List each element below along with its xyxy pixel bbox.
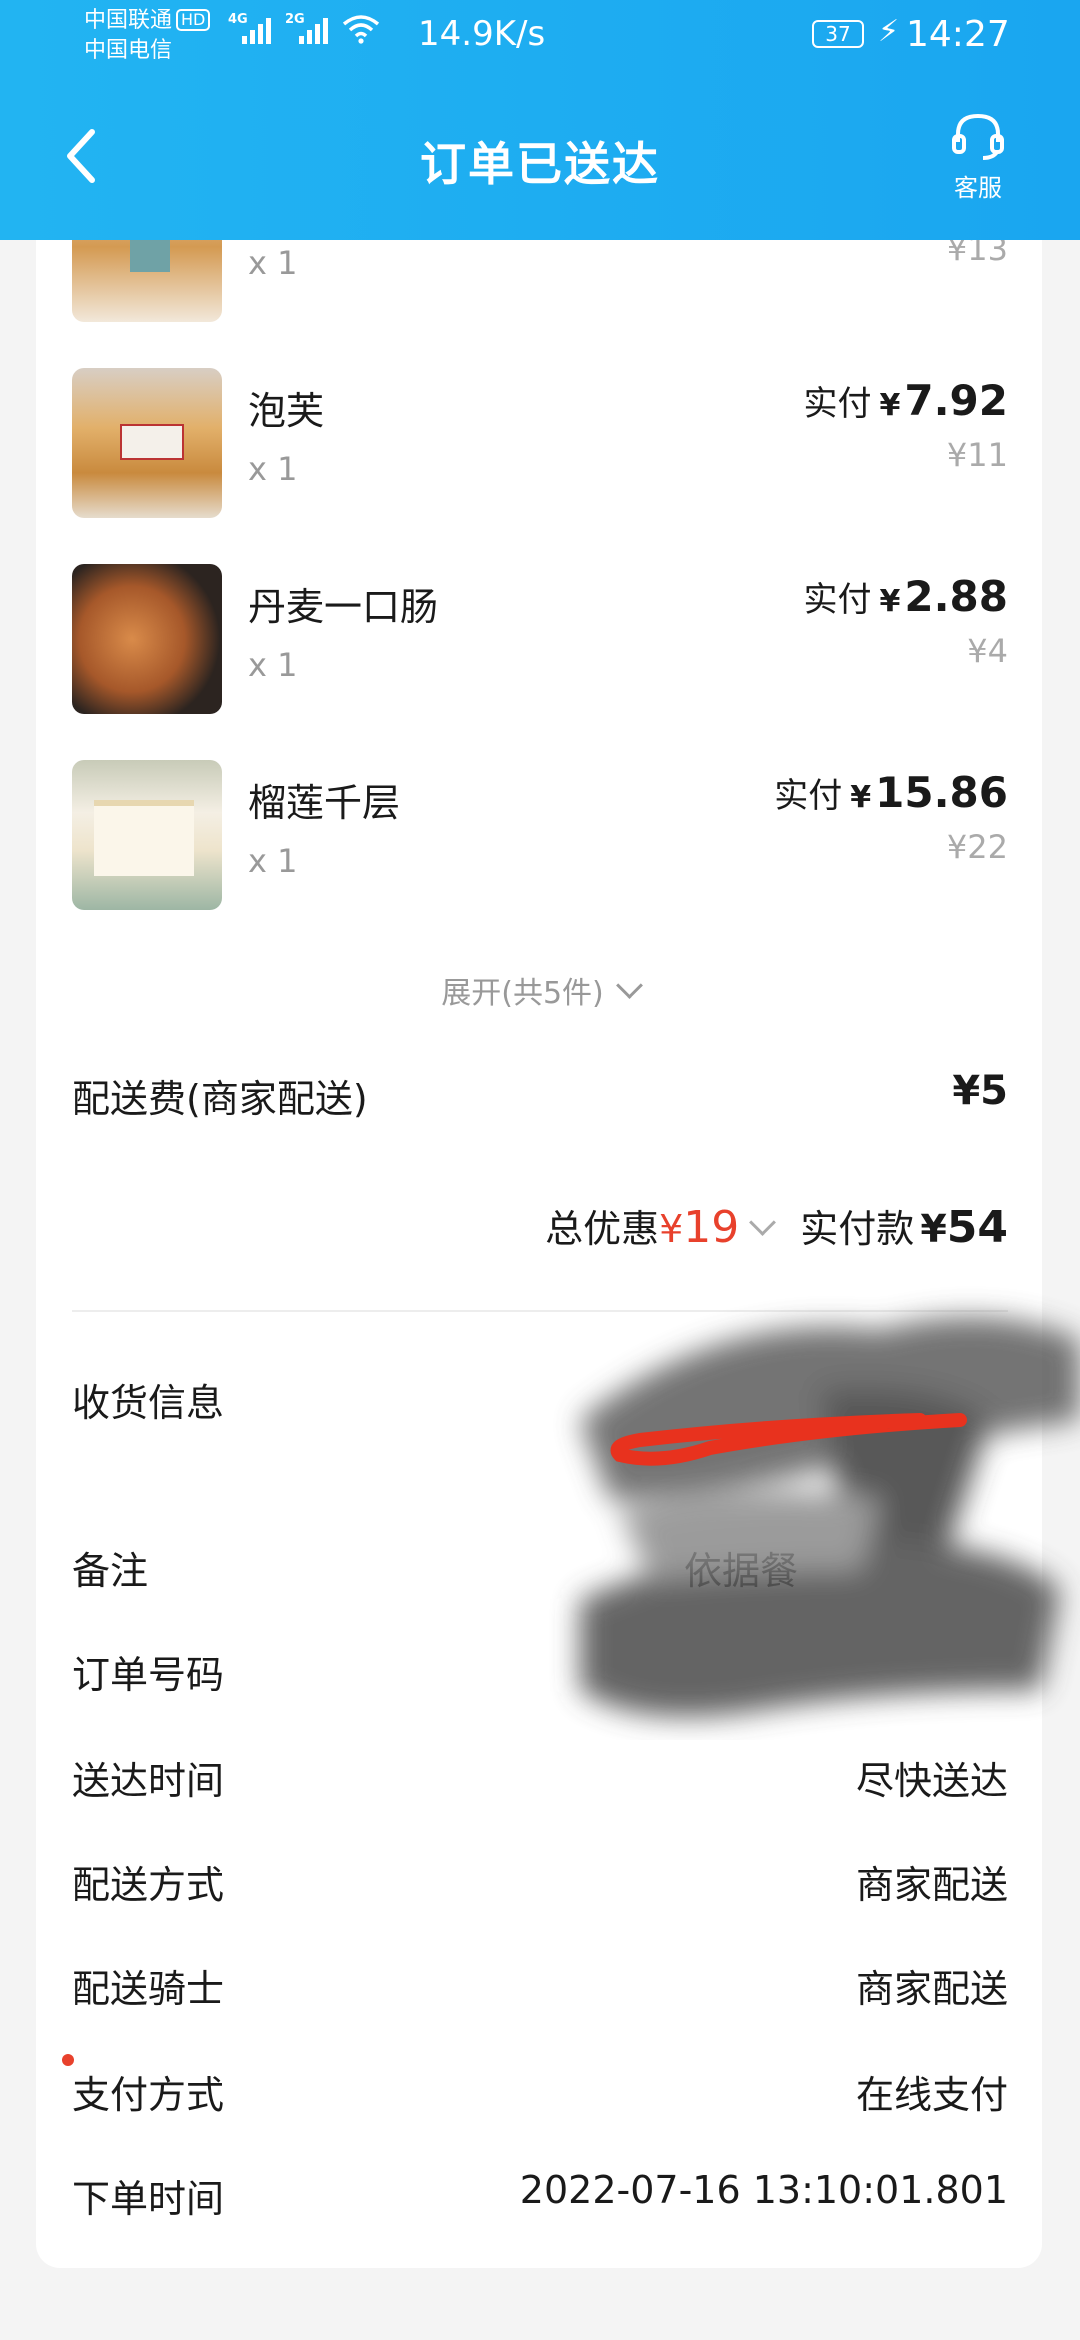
- item-qty: x 1: [248, 646, 298, 684]
- divider: [72, 1310, 1008, 1312]
- paid-label: 实付: [803, 384, 872, 424]
- paid-total-label: 实付款: [800, 1207, 915, 1251]
- paid-amount: 2.88: [904, 572, 1008, 621]
- info-row-order-time: 下单时间 2022-07-16 13:10:01.801: [72, 2168, 1008, 2224]
- paid-amount: 7.92: [904, 376, 1008, 425]
- info-row-delivery-time: 送达时间 尽快送达: [72, 1750, 1008, 1806]
- item-paid-price: 实付 ¥15.86: [774, 768, 1008, 817]
- info-key: 备注: [72, 1549, 149, 1593]
- item-name: 丹麦一口肠: [248, 585, 439, 629]
- hd-badge: HD: [176, 9, 211, 31]
- item-qty: x 1: [248, 842, 298, 880]
- order-summary: 总优惠¥19 实付款 ¥54: [545, 1198, 1008, 1258]
- item-name: 泡芙: [248, 389, 325, 433]
- item-name: 榴莲千层: [248, 781, 401, 825]
- info-key: 下单时间: [72, 2177, 225, 2221]
- item-qty: x 1: [248, 450, 298, 488]
- discount-label: 总优惠: [545, 1207, 660, 1251]
- discount-amount[interactable]: ¥19: [659, 1202, 739, 1253]
- order-item[interactable]: 泡芙 x 1 实付 ¥7.92 ¥11: [72, 368, 1008, 518]
- info-value: 依据餐: [683, 1549, 798, 1593]
- product-image: [72, 368, 222, 518]
- info-key: 配送方式: [72, 1863, 225, 1907]
- info-key: 订单号码: [72, 1653, 225, 1697]
- product-image: [72, 760, 222, 910]
- status-carriers: 中国联通 HD 中国电信: [84, 6, 211, 66]
- info-value: 在线支付: [855, 2073, 1008, 2117]
- paid-total-currency: ¥: [920, 1207, 947, 1251]
- page-title: 订单已送达: [420, 137, 660, 191]
- product-image: [72, 564, 222, 714]
- paid-currency: ¥: [879, 388, 901, 423]
- carrier-1: 中国联通: [84, 8, 173, 33]
- info-value: 尽快送达: [855, 1759, 1008, 1803]
- delivery-fee-row: 配送费(商家配送) ¥5: [72, 1068, 1008, 1128]
- info-key: 收货信息: [72, 1381, 225, 1425]
- service-label: 客服: [954, 174, 1002, 202]
- paid-amount: 15.86: [875, 768, 1008, 817]
- item-original-price: ¥4: [967, 632, 1008, 670]
- paid-currency: ¥: [850, 780, 872, 815]
- signal-4g-icon: 4G: [228, 12, 271, 44]
- discount-currency: ¥: [659, 1207, 684, 1251]
- info-row-remark: 备注 依据餐: [72, 1540, 1008, 1596]
- paid-label: 实付: [803, 580, 872, 620]
- info-row-address: 收货信息: [72, 1372, 1008, 1428]
- delivery-fee-label: 配送费(商家配送): [72, 1077, 368, 1121]
- item-original-price: ¥22: [946, 828, 1008, 866]
- info-row-payment: 支付方式 在线支付: [72, 2064, 1008, 2120]
- signal-4g-tag: 4G: [228, 12, 248, 27]
- paid-currency: ¥: [879, 584, 901, 619]
- wifi-icon: [342, 15, 380, 44]
- charging-icon: ⚡: [878, 14, 900, 49]
- paid-total-value: 54: [946, 1202, 1008, 1253]
- chevron-down-icon: [615, 972, 643, 999]
- expand-items-button[interactable]: 展开(共5件): [0, 968, 1080, 1012]
- info-key: 配送骑士: [72, 1967, 225, 2011]
- item-paid-price: 实付 ¥2.88: [803, 572, 1008, 621]
- battery-icon: 37: [812, 20, 864, 48]
- paid-label: 实付: [774, 776, 843, 816]
- order-item[interactable]: 丹麦一口肠 x 1 实付 ¥2.88 ¥4: [72, 564, 1008, 714]
- customer-service-button[interactable]: 客服: [946, 112, 1010, 203]
- clock: 14:27: [906, 14, 1010, 55]
- order-item[interactable]: 榴莲千层 x 1 实付 ¥15.86 ¥22: [72, 760, 1008, 910]
- signal-icons: 4G 2G: [228, 12, 380, 44]
- signal-2g-icon: 2G: [285, 12, 328, 44]
- signal-2g-tag: 2G: [285, 12, 305, 27]
- info-key: 支付方式: [72, 2073, 225, 2117]
- info-value: 商家配送: [855, 1967, 1008, 2011]
- chevron-down-icon[interactable]: [749, 1209, 777, 1236]
- info-value: 2022-07-16 13:10:01.801: [519, 2168, 1008, 2212]
- expand-label: 展开(共5件): [441, 976, 604, 1011]
- discount-value: 19: [683, 1202, 740, 1253]
- item-original-price: ¥11: [946, 436, 1008, 474]
- item-qty: x 1: [248, 244, 298, 282]
- info-row-rider: 配送骑士 商家配送: [72, 1958, 1008, 2014]
- info-value: 商家配送: [855, 1863, 1008, 1907]
- info-key: 送达时间: [72, 1759, 225, 1803]
- delivery-fee-value: ¥5: [952, 1068, 1008, 1114]
- info-row-order-number: 订单号码: [72, 1644, 1008, 1700]
- item-paid-price: 实付 ¥7.92: [803, 376, 1008, 425]
- headset-icon: [952, 113, 1004, 160]
- info-row-delivery-method: 配送方式 商家配送: [72, 1854, 1008, 1910]
- carrier-2: 中国电信: [84, 38, 173, 63]
- app-header: 中国联通 HD 中国电信 4G 2G 14.9K/s 37 ⚡ 14:27 订单已…: [0, 0, 1080, 240]
- red-dot-mark: [62, 2054, 74, 2066]
- network-speed: 14.9K/s: [418, 14, 546, 54]
